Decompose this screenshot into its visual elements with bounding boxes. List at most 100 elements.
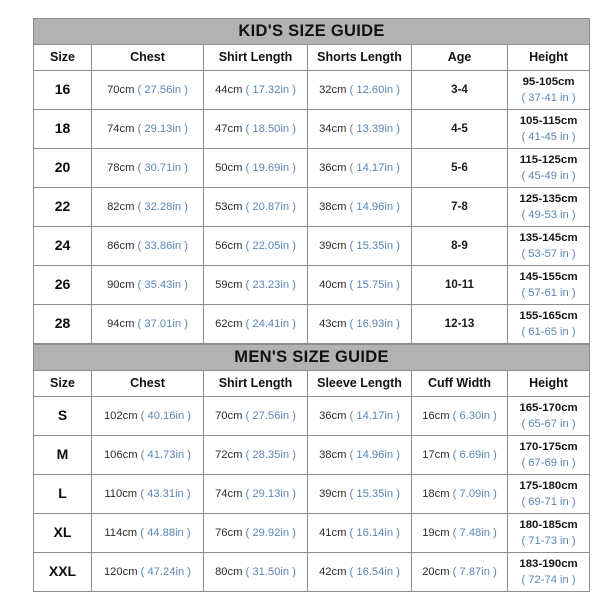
table-row: S 102cm ( 40.16in ) 70cm ( 27.56in ) 36c… (33, 396, 591, 436)
value-cm: 72cm (215, 449, 243, 461)
value-cm: 43cm (319, 318, 347, 330)
kids-size-guide-table: KID'S SIZE GUIDE Size Chest Shirt Length… (32, 18, 591, 344)
height-cm: 115-125cm (519, 154, 578, 167)
value-cm: 78cm (107, 162, 135, 174)
value-cm: 114cm (104, 527, 138, 539)
value-cm: 90cm (107, 279, 135, 291)
value-cm: 70cm (215, 410, 243, 422)
kids-shorts-cell: 38cm ( 14.96in ) (307, 187, 412, 227)
value-cm: 18cm (422, 488, 450, 500)
value-cm: 19cm (422, 527, 450, 539)
mens-sleeve-cell: 38cm ( 14.96in ) (307, 435, 412, 475)
kids-chest-cell: 70cm ( 27.56in ) (91, 70, 204, 110)
height-in: ( 65-67 in ) (521, 417, 576, 430)
kids-shirt-cell: 44cm ( 17.32in ) (203, 70, 308, 110)
mens-size-cell: M (33, 435, 92, 475)
kids-age-cell: 3-4 (411, 70, 508, 110)
kids-chest-cell: 78cm ( 30.71in ) (91, 148, 204, 188)
kids-size-cell: 22 (33, 187, 92, 227)
value-in: ( 12.60in ) (349, 84, 400, 96)
kids-title-row: KID'S SIZE GUIDE (32, 18, 591, 45)
kids-shorts-cell: 34cm ( 13.39in ) (307, 109, 412, 149)
value-cm: 110cm (104, 488, 138, 500)
value-in: ( 31.50in ) (245, 566, 296, 578)
table-row: XXL 120cm ( 47.24in ) 80cm ( 31.50in ) 4… (33, 552, 591, 592)
value-in: ( 16.93in ) (349, 318, 400, 330)
height-cm: 95-105cm (522, 76, 575, 89)
value-cm: 41cm (319, 527, 347, 539)
value-in: ( 22.05in ) (245, 240, 296, 252)
kids-shirt-cell: 62cm ( 24.41in ) (203, 304, 308, 344)
value-in: ( 7.09in ) (452, 488, 497, 500)
kids-shirt-cell: 53cm ( 20.87in ) (203, 187, 308, 227)
mens-cuff-cell: 18cm ( 7.09in ) (411, 474, 508, 514)
value-cm: 102cm (103, 410, 138, 422)
height-in: ( 53-57 in ) (521, 247, 576, 260)
value-in: ( 27.56in ) (137, 84, 188, 96)
height-cm: 155-165cm (519, 310, 578, 323)
kids-col-size: Size (33, 44, 92, 71)
kids-col-chest: Chest (91, 44, 204, 71)
mens-height-cell: 180-185cm ( 71-73 in ) (506, 513, 591, 553)
kids-chest-cell: 82cm ( 32.28in ) (91, 187, 204, 227)
kids-age-cell: 12-13 (411, 304, 508, 344)
value-in: ( 14.96in ) (349, 449, 400, 461)
value-in: ( 29.13in ) (245, 488, 296, 500)
kids-height-cell: 105-115cm ( 41-45 in ) (506, 109, 591, 149)
kids-chest-cell: 90cm ( 35.43in ) (91, 265, 204, 305)
mens-col-chest: Chest (91, 370, 204, 397)
table-row: 24 86cm ( 33.86in ) 56cm ( 22.05in ) 39c… (33, 226, 591, 266)
kids-col-age: Age (411, 44, 508, 71)
value-in: ( 14.96in ) (349, 201, 400, 213)
table-row: 28 94cm ( 37.01in ) 62cm ( 24.41in ) 43c… (33, 304, 591, 344)
kids-shorts-cell: 36cm ( 14.17in ) (307, 148, 412, 188)
value-cm: 44cm (215, 84, 243, 96)
value-in: ( 44.88in ) (140, 527, 191, 539)
mens-shirt-cell: 72cm ( 28.35in ) (203, 435, 308, 475)
value-in: ( 13.39in ) (349, 123, 400, 135)
value-cm: 120cm (103, 566, 138, 578)
value-cm: 42cm (319, 566, 347, 578)
mens-col-shirt: Shirt Length (203, 370, 308, 397)
kids-height-cell: 155-165cm ( 61-65 in ) (506, 304, 591, 344)
kids-size-cell: 28 (33, 304, 92, 344)
mens-cuff-cell: 19cm ( 7.48in ) (411, 513, 508, 553)
value-in: ( 43.31in ) (140, 488, 191, 500)
kids-title: KID'S SIZE GUIDE (32, 18, 591, 45)
height-in: ( 71-73 in ) (521, 534, 576, 547)
mens-height-cell: 170-175cm ( 67-69 in ) (506, 435, 591, 475)
value-in: ( 14.17in ) (349, 162, 400, 174)
height-in: ( 37-41 in ) (521, 91, 576, 104)
height-in: ( 61-65 in ) (521, 325, 576, 338)
value-in: ( 6.30in ) (452, 410, 497, 422)
value-cm: 80cm (215, 566, 243, 578)
value-in: ( 29.13in ) (137, 123, 188, 135)
value-in: ( 40.16in ) (140, 410, 192, 422)
value-cm: 36cm (319, 162, 347, 174)
value-in: ( 32.28in ) (137, 201, 188, 213)
kids-chest-cell: 86cm ( 33.86in ) (91, 226, 204, 266)
mens-cuff-cell: 17cm ( 6.69in ) (411, 435, 508, 475)
mens-col-cuff: Cuff Width (411, 370, 508, 397)
kids-age-cell: 5-6 (411, 148, 508, 188)
height-in: ( 57-61 in ) (521, 286, 576, 299)
mens-chest-cell: 106cm ( 41.73in ) (91, 435, 204, 475)
kids-size-cell: 26 (33, 265, 92, 305)
value-cm: 32cm (319, 84, 347, 96)
mens-chest-cell: 110cm ( 43.31in ) (91, 474, 204, 514)
mens-shirt-cell: 70cm ( 27.56in ) (203, 396, 308, 436)
kids-chest-cell: 74cm ( 29.13in ) (91, 109, 204, 149)
value-in: ( 7.87in ) (452, 566, 497, 578)
height-cm: 175-180cm (519, 480, 578, 493)
kids-shorts-cell: 40cm ( 15.75in ) (307, 265, 412, 305)
table-row: L 110cm ( 43.31in ) 74cm ( 29.13in ) 39c… (33, 474, 591, 514)
height-cm: 145-155cm (519, 271, 578, 284)
kids-height-cell: 125-135cm ( 49-53 in ) (506, 187, 591, 227)
kids-age-cell: 4-5 (411, 109, 508, 149)
kids-shirt-cell: 59cm ( 23.23in ) (203, 265, 308, 305)
mens-cuff-cell: 16cm ( 6.30in ) (411, 396, 508, 436)
mens-sleeve-cell: 36cm ( 14.17in ) (307, 396, 412, 436)
table-row: 16 70cm ( 27.56in ) 44cm ( 17.32in ) 32c… (33, 70, 591, 110)
value-cm: 38cm (319, 449, 347, 461)
kids-height-cell: 145-155cm ( 57-61 in ) (506, 265, 591, 305)
